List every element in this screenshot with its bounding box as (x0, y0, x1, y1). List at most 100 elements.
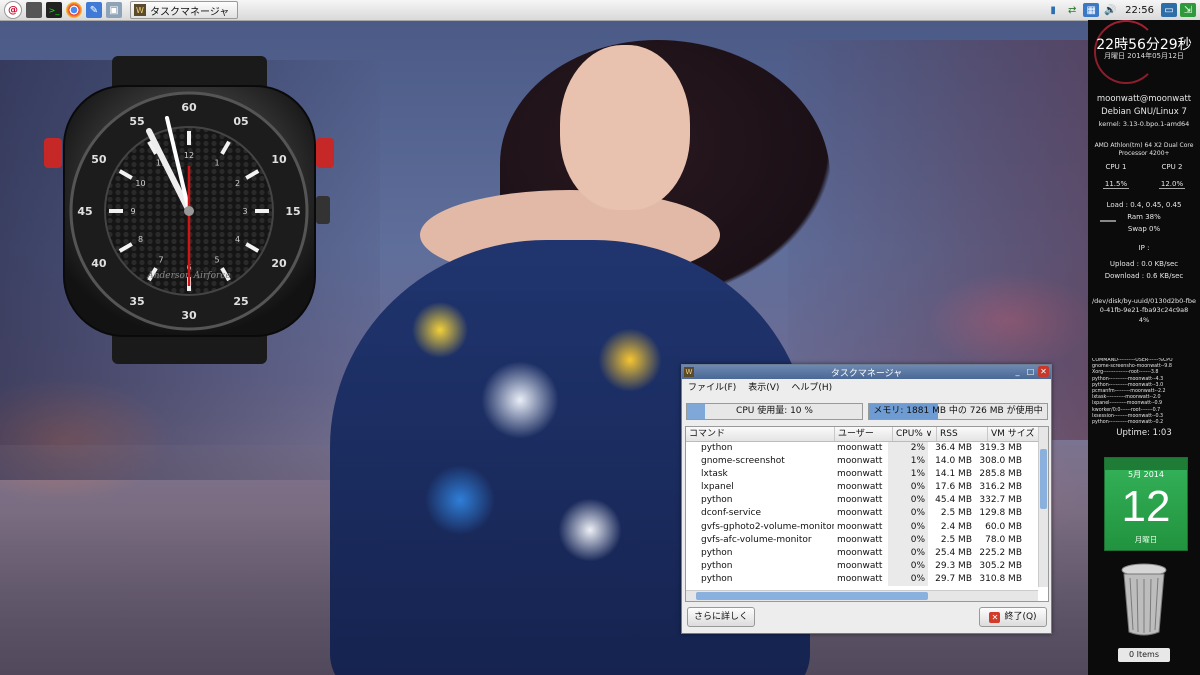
screenshot-tool-icon[interactable]: ▣ (106, 2, 122, 18)
table-cell: moonwatt (837, 547, 883, 558)
watch-minute-label: 10 (271, 153, 287, 166)
conky-user-host: moonwatt@moonwatt (1096, 94, 1192, 104)
conky-cpu-model: AMD Athlon(tm) 64 X2 Dual Core Processor… (1094, 142, 1194, 157)
close-icon[interactable]: ✕ (1038, 366, 1049, 377)
panel-clock[interactable]: 22:56 (1125, 5, 1154, 16)
calendar-widget[interactable]: 5月 2014 12 月曜日 (1104, 457, 1188, 551)
table-row[interactable]: gvfs-afc-volume-monitor moonwatt 0% 2.5 MB 7… (686, 533, 1048, 547)
vertical-scrollbar[interactable] (1038, 427, 1048, 587)
watch-minute-label: 35 (129, 295, 144, 308)
cpu1-label: CPU 1 (1105, 163, 1127, 171)
vertical-scroll-thumb[interactable] (1040, 449, 1047, 509)
chrome-browser-icon[interactable] (66, 2, 82, 18)
network-icon[interactable]: ⇄ (1064, 3, 1080, 17)
menu-file[interactable]: ファイル(F) (688, 380, 736, 393)
menu-view[interactable]: 表示(V) (748, 380, 779, 393)
taskbar-button-label: タスクマネージャ (150, 6, 230, 18)
process-line: python-----------moonwatt--0.2 (1092, 420, 1164, 426)
conky-uptime: Uptime: 1:03 (1116, 428, 1172, 438)
menu-bar: ファイル(F) 表示(V) ヘルプ(H) (682, 379, 1051, 394)
watch-hour-label: 9 (130, 207, 135, 216)
table-cell: 0% (888, 533, 928, 547)
table-cell: 1% (888, 455, 928, 469)
watch-minute-label: 15 (285, 205, 300, 218)
watch-hour-label: 5 (214, 255, 219, 264)
horizontal-scroll-thumb[interactable] (696, 592, 928, 600)
minimize-icon[interactable]: _ (1012, 366, 1023, 377)
table-cell: 29.7 MB (935, 573, 972, 584)
table-row[interactable]: lxpanel moonwatt 0% 17.6 MB 316.2 MB (686, 481, 1048, 495)
process-table-header: コマンド ユーザー CPU% ∨ RSS VM サイズ (686, 427, 1048, 442)
conky-kernel: kernel: 3.13-0.bpo.1-amd64 (1098, 120, 1190, 128)
table-cell: 78.0 MB (985, 534, 1022, 545)
text-editor-icon[interactable]: ✎ (86, 2, 102, 18)
quit-icon: ✕ (989, 611, 1001, 623)
table-row[interactable]: lxtask moonwatt 1% 14.1 MB 285.8 MB (686, 468, 1048, 482)
file-manager-icon[interactable] (26, 2, 42, 18)
column-user[interactable]: ユーザー (835, 427, 893, 441)
volume-icon[interactable]: 🔊 (1102, 3, 1118, 17)
table-row[interactable]: gnome-screenshot moonwatt 1% 14.0 MB 308.0 M… (686, 455, 1048, 469)
calendar-weekday: 月曜日 (1134, 535, 1158, 544)
table-cell: moonwatt (837, 443, 883, 453)
terminal-icon[interactable]: >_ (46, 2, 62, 18)
table-cell: moonwatt (837, 482, 883, 493)
quit-button[interactable]: ✕ 終了(Q) (979, 607, 1047, 627)
table-row[interactable]: gvfs-gphoto2-volume-monitor moonwatt 0% 2.4… (686, 520, 1048, 534)
table-cell: 319.3 MB (979, 443, 1022, 453)
conky-ram: Ram 38% (1127, 213, 1161, 221)
table-cell: moonwatt (837, 534, 883, 545)
table-row[interactable]: python moonwatt 0% 29.7 MB 310.8 MB (686, 572, 1048, 587)
table-cell: 14.0 MB (935, 456, 972, 467)
table-cell: moonwatt (837, 521, 883, 532)
table-cell: 2.5 MB (940, 534, 972, 545)
menu-help[interactable]: ヘルプ(H) (791, 380, 832, 393)
column-command[interactable]: コマンド (686, 427, 835, 441)
table-cell: 17.6 MB (935, 482, 972, 493)
watch-minute-label: 50 (91, 153, 107, 166)
debian-menu-icon[interactable]: @ (4, 1, 22, 19)
horizontal-scrollbar[interactable] (686, 590, 1038, 601)
more-details-button[interactable]: さらに詳しく (687, 607, 755, 627)
table-row[interactable]: python moonwatt 0% 45.4 MB 332.7 MB (686, 494, 1048, 508)
maximize-icon[interactable]: □ (1025, 366, 1036, 377)
cpu1-value: 11.5% (1102, 180, 1130, 189)
calendar-month: 5月 2014 (1128, 470, 1164, 479)
table-cell: 2.4 MB (940, 521, 972, 532)
watch-button-right (316, 138, 334, 168)
watch-hour-label: 8 (138, 235, 143, 244)
table-cell: 305.2 MB (979, 560, 1022, 571)
process-table: コマンド ユーザー CPU% ∨ RSS VM サイズ python moonwa… (685, 426, 1049, 602)
table-row[interactable]: python moonwatt 2% 36.4 MB 319.3 MB (686, 442, 1048, 456)
table-row[interactable]: python moonwatt 0% 29.3 MB 305.2 MB (686, 559, 1048, 573)
column-rss[interactable]: RSS (937, 427, 988, 441)
taskbar-button-task-manager[interactable]: W タスクマネージャ (130, 1, 239, 19)
signal-bars-icon[interactable]: ▮ (1045, 3, 1061, 17)
table-cell: python (701, 573, 733, 584)
conky-download: Download : 0.6 KB/sec (1104, 272, 1184, 280)
table-row[interactable]: dconf-service moonwatt 0% 2.5 MB 129.8 MB (686, 507, 1048, 521)
table-row[interactable]: python moonwatt 0% 25.4 MB 225.2 MB (686, 546, 1048, 560)
cpu2-value: 12.0% (1158, 180, 1186, 189)
task-manager-app-icon: W (134, 4, 146, 16)
watch-hour-label: 12 (184, 151, 194, 160)
table-cell: 0% (888, 507, 928, 521)
analog-watch-widget[interactable]: 600510152025303540455055 121234567891011… (42, 56, 337, 366)
calendar-day: 12 (1121, 482, 1171, 531)
trash-can-icon[interactable] (1120, 562, 1168, 637)
trash-items-label: 0 Items (1118, 648, 1170, 662)
table-cell: python (701, 560, 733, 571)
memory-usage-label: メモリ: 1881 MB 中の 726 MB が使用中 (873, 406, 1043, 416)
watch-minute-label: 20 (271, 257, 287, 270)
display-monitor-icon[interactable]: ▭ (1161, 3, 1177, 17)
logout-icon[interactable]: ⇲ (1180, 3, 1196, 17)
memory-usage-meter: メモリ: 1881 MB 中の 726 MB が使用中 (868, 403, 1048, 420)
table-cell: moonwatt (837, 495, 883, 506)
table-cell: dconf-service (701, 508, 762, 519)
table-cell: gnome-screenshot (701, 456, 785, 467)
wallpaper-face (560, 45, 690, 210)
image-viewer-icon[interactable]: ▦ (1083, 3, 1100, 17)
window-titlebar[interactable]: W タスクマネージャ _ □ ✕ (682, 365, 1051, 379)
column-vm-size[interactable]: VM サイズ (988, 427, 1042, 441)
column-cpu[interactable]: CPU% ∨ (893, 427, 937, 441)
